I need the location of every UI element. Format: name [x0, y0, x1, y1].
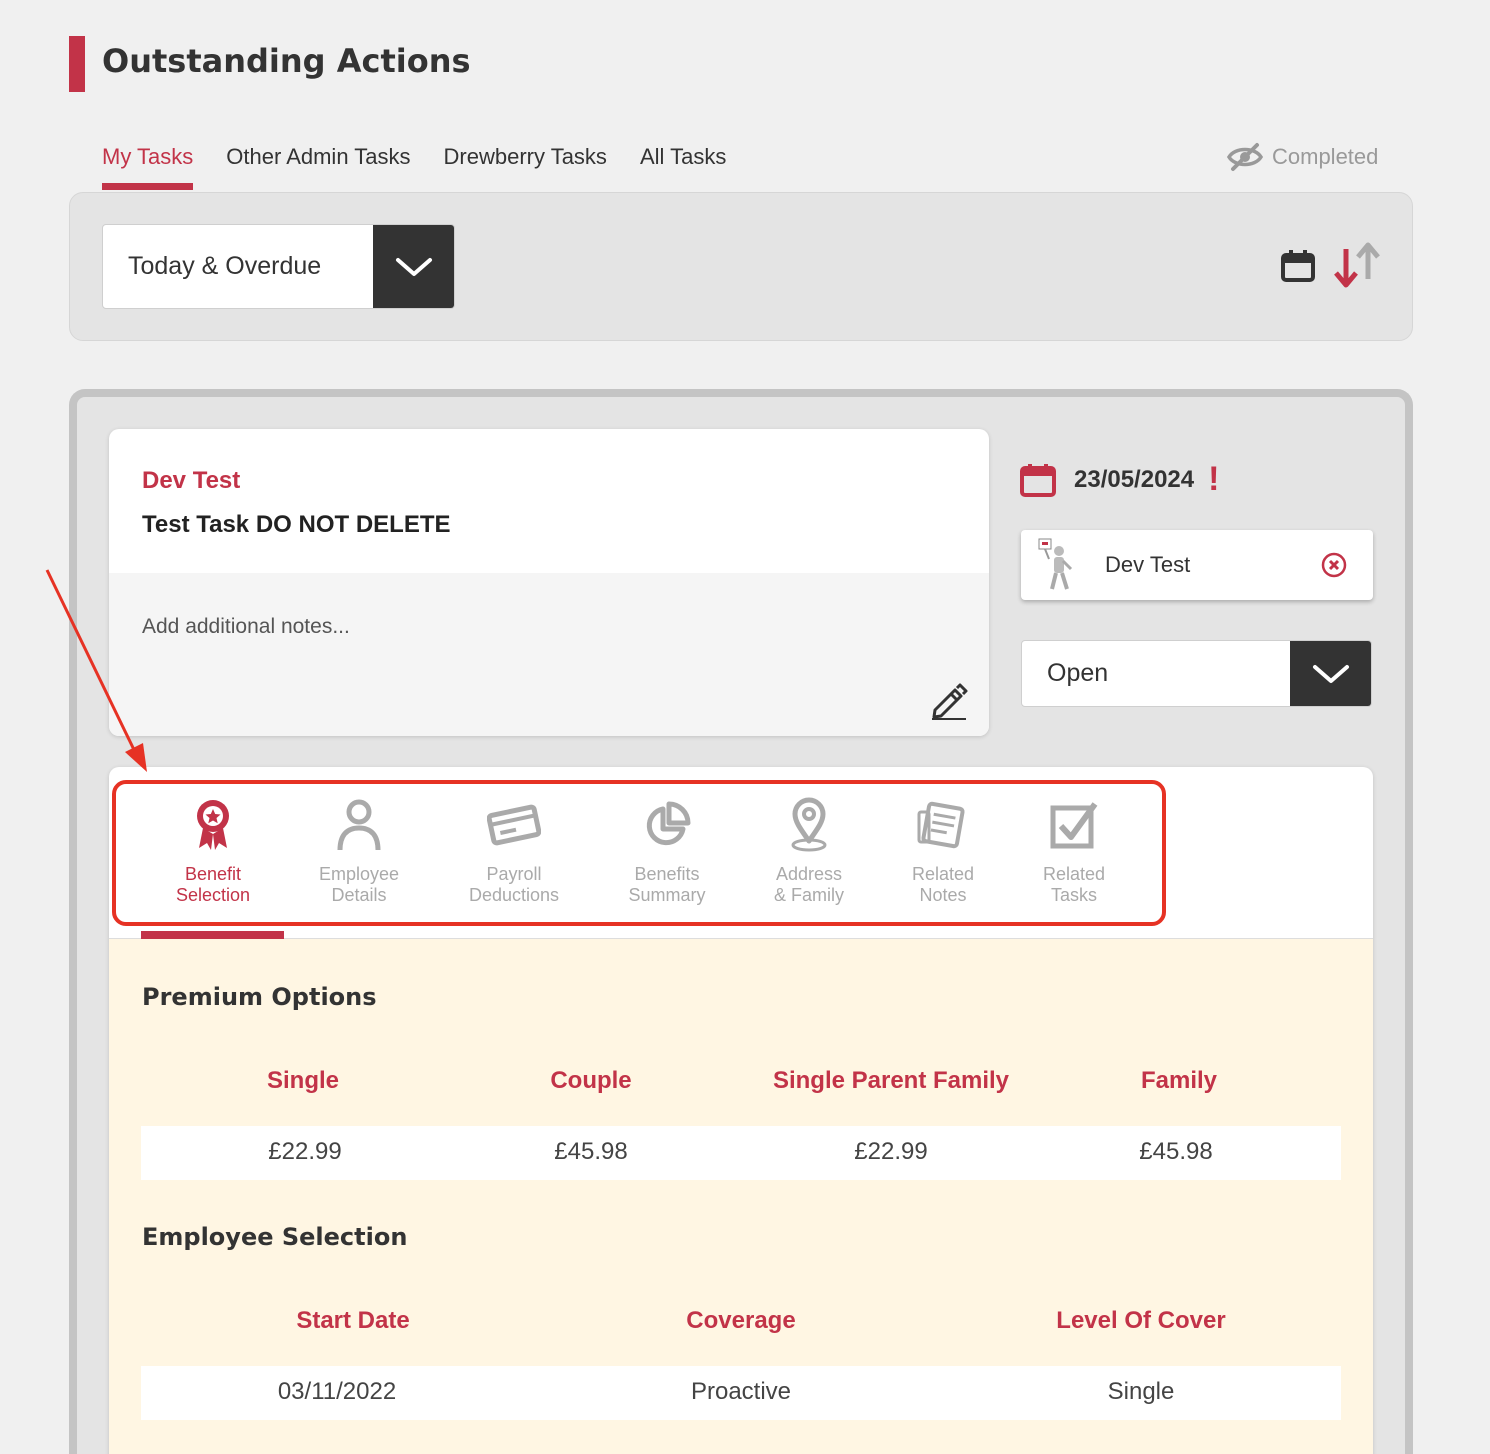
- award-icon: [197, 800, 229, 850]
- tab-label-line1: Address: [775, 864, 843, 884]
- tab-other-admin-tasks[interactable]: Other Admin Tasks: [226, 142, 410, 190]
- sort-direction-icon[interactable]: [1332, 241, 1382, 291]
- pie-chart-icon: [646, 801, 691, 846]
- notes-placeholder: Add additional notes...: [142, 615, 350, 638]
- selection-header-level-of-cover: Level Of Cover: [1056, 1307, 1226, 1334]
- tab-payroll-deductions[interactable]: Payroll Deductions: [444, 795, 584, 906]
- active-tab-underline: [141, 931, 284, 939]
- remove-circle-icon[interactable]: [1321, 552, 1347, 578]
- tab-related-notes[interactable]: Related Notes: [873, 795, 1013, 906]
- tab-label-line2: Tasks: [1050, 885, 1097, 905]
- tab-benefit-selection[interactable]: Benefit Selection: [143, 795, 283, 906]
- premium-header-couple: Couple: [550, 1067, 632, 1094]
- page-title: Outstanding Actions: [102, 42, 471, 80]
- tab-label-line2: Details: [331, 885, 387, 905]
- checkbox-icon: [1050, 802, 1098, 849]
- map-pin-icon: [791, 797, 827, 852]
- due-date: 23/05/2024: [1074, 465, 1195, 493]
- completed-toggle[interactable]: Completed: [1226, 142, 1378, 172]
- completed-label: Completed: [1272, 144, 1379, 169]
- tab-benefits-summary[interactable]: Benefits Summary: [597, 795, 737, 906]
- sort-controls: [1280, 241, 1382, 291]
- overdue-alert-icon: !: [1208, 460, 1220, 498]
- selection-value-start-date: 03/11/2022: [277, 1378, 397, 1405]
- tab-label-line1: Payroll: [486, 864, 542, 884]
- status-value: Open: [1047, 659, 1109, 687]
- tab-label-line1: Related: [911, 864, 975, 884]
- premium-value-single-parent-family: £22.99: [854, 1138, 928, 1165]
- premium-header-family: Family: [1140, 1067, 1218, 1094]
- task-owner: Dev Test: [142, 467, 241, 494]
- date-filter-value: Today & Overdue: [128, 252, 322, 280]
- benefit-selection-content: Premium Options Single Couple Single Par…: [109, 939, 1373, 1454]
- tab-my-tasks[interactable]: My Tasks: [102, 142, 194, 190]
- tab-label-line1: Benefit: [184, 864, 242, 884]
- notes-field[interactable]: Add additional notes...: [109, 573, 989, 736]
- notes-icon: [917, 801, 965, 849]
- user-icon: [337, 799, 381, 851]
- date-filter-select[interactable]: Today & Overdue: [102, 224, 455, 309]
- task-title: Test Task DO NOT DELETE: [142, 511, 451, 538]
- tab-label-line2: Summary: [628, 885, 706, 905]
- tab-label-line1: Employee: [318, 864, 400, 884]
- tab-all-tasks[interactable]: All Tasks: [640, 142, 726, 190]
- premium-header-single: Single: [266, 1067, 339, 1094]
- selection-header-coverage: Coverage: [686, 1307, 796, 1334]
- tab-label-line1: Benefits: [634, 864, 700, 884]
- chevron-down-icon[interactable]: [1290, 641, 1371, 706]
- status-select[interactable]: Open: [1021, 640, 1372, 707]
- task-tabs: My Tasks Other Admin Tasks Drewberry Tas…: [102, 142, 759, 190]
- tab-label-line2: Deductions: [468, 885, 560, 905]
- detail-icon-tabs: Benefit Selection Employee Details Payro…: [109, 767, 1373, 939]
- tab-related-tasks[interactable]: Related Tasks: [1004, 795, 1144, 906]
- filter-panel: Today & Overdue: [69, 192, 1413, 341]
- calendar-icon: [1020, 463, 1056, 497]
- tab-employee-details[interactable]: Employee Details: [289, 795, 429, 906]
- due-date-row: 23/05/2024 !: [1020, 460, 1219, 499]
- selection-header-start-date: Start Date: [296, 1307, 410, 1334]
- employee-selection-title: Employee Selection: [142, 1223, 408, 1251]
- card-icon: [487, 804, 541, 846]
- tab-label-line2: Selection: [175, 885, 251, 905]
- premium-values-row: £22.99 £45.98 £22.99 £45.98: [141, 1126, 1341, 1180]
- pencil-icon[interactable]: [929, 680, 969, 720]
- avatar: [1038, 538, 1073, 590]
- tab-label-line1: Related: [1042, 864, 1106, 884]
- chevron-down-icon[interactable]: [373, 225, 454, 308]
- premium-options-title: Premium Options: [142, 983, 377, 1011]
- tab-drewberry-tasks[interactable]: Drewberry Tasks: [444, 142, 607, 190]
- assignee-name: Dev Test: [1105, 552, 1191, 577]
- premium-value-family: £45.98: [1139, 1138, 1213, 1165]
- premium-header-single-parent-family: Single Parent Family: [772, 1067, 1010, 1094]
- tab-label-line2: & Family: [773, 885, 844, 905]
- selection-values-row: 03/11/2022 Proactive Single: [141, 1366, 1341, 1420]
- assignee-chip[interactable]: Dev Test: [1021, 530, 1373, 600]
- selection-value-level-of-cover: Single: [1107, 1378, 1175, 1405]
- eye-slash-icon: [1226, 143, 1264, 171]
- title-accent-bar: [69, 36, 85, 92]
- task-card: Dev Test Test Task DO NOT DELETE Add add…: [109, 429, 989, 736]
- detail-panel: Benefit Selection Employee Details Payro…: [109, 767, 1373, 1454]
- calendar-sort-icon[interactable]: [1280, 248, 1316, 284]
- selection-value-coverage: Proactive: [690, 1378, 792, 1405]
- premium-value-couple: £45.98: [554, 1138, 628, 1165]
- premium-value-single: £22.99: [268, 1138, 342, 1165]
- tab-label-line2: Notes: [919, 885, 967, 905]
- tab-address-family[interactable]: Address & Family: [739, 795, 879, 906]
